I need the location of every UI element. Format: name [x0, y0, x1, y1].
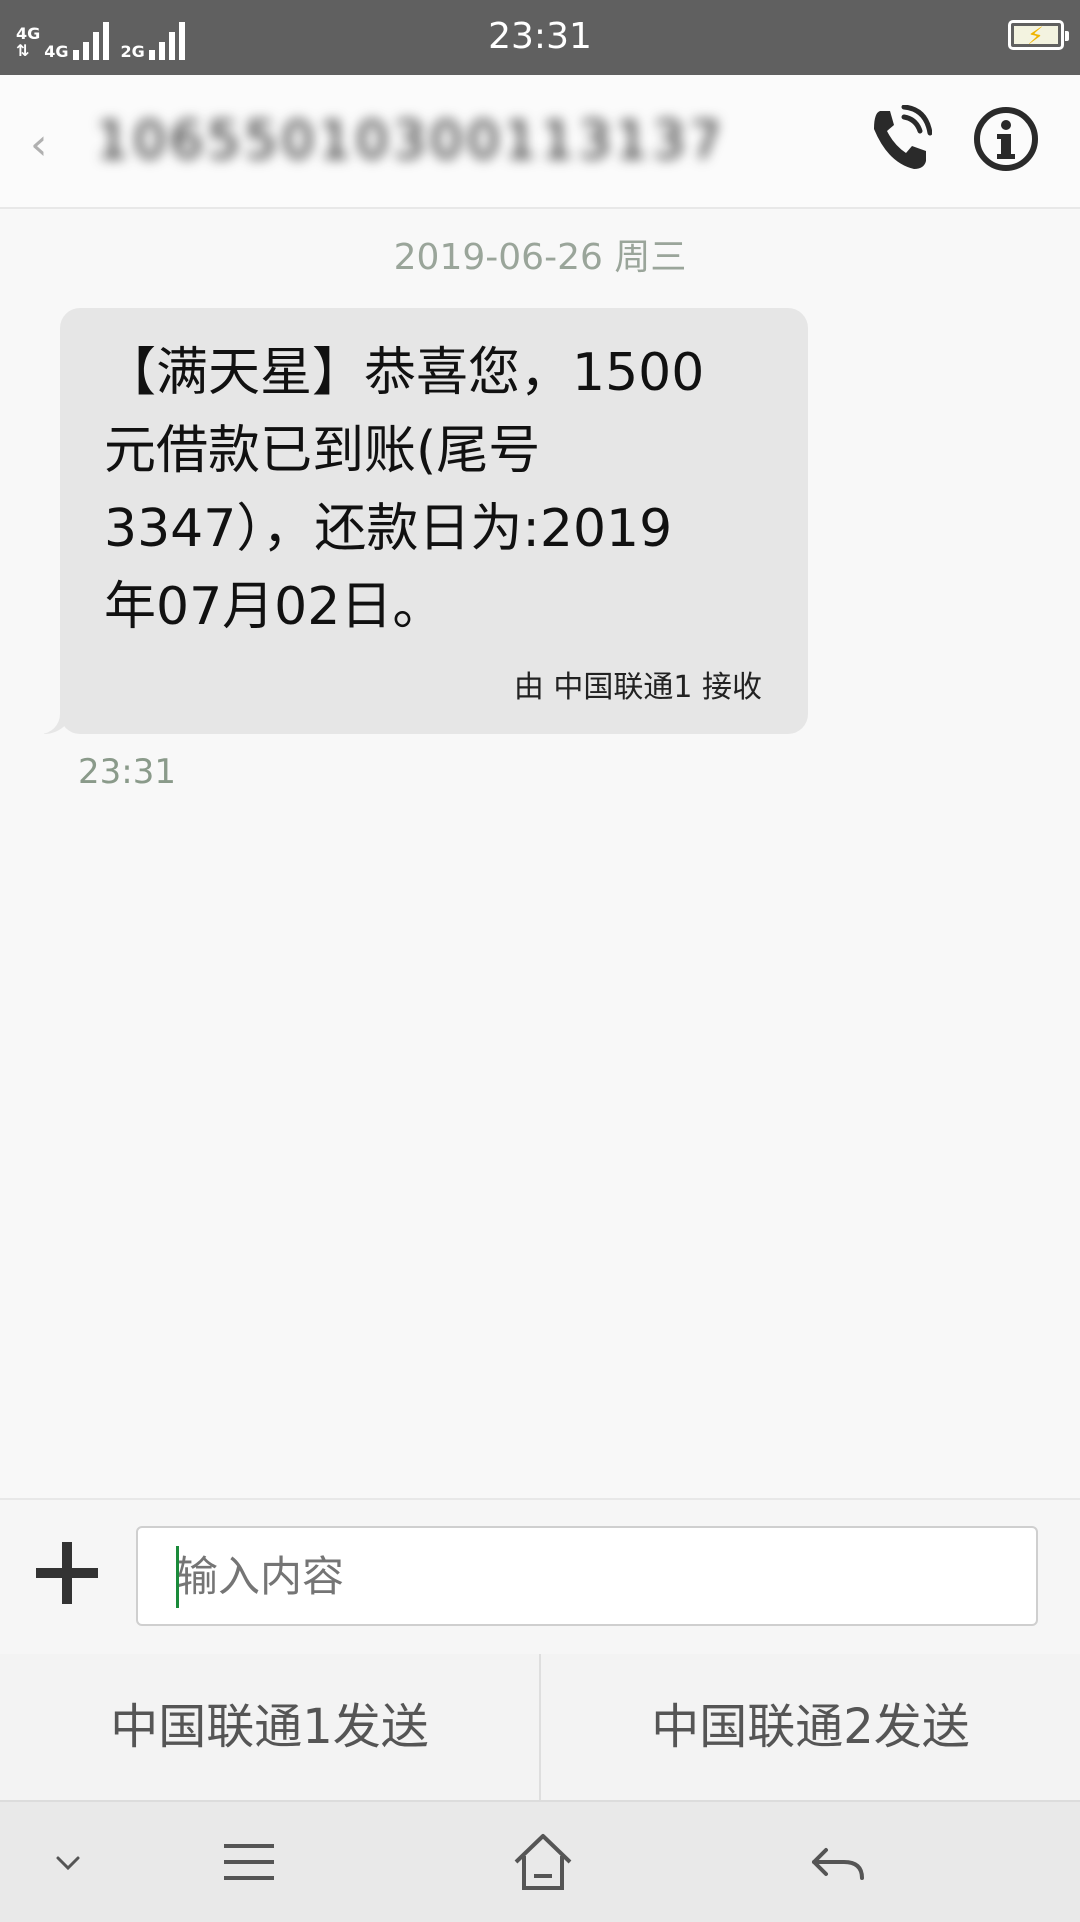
- message-bubble[interactable]: 【满天星】恭喜您，1500 元借款已到账(尾号 3347），还款日为:2019 …: [30, 308, 808, 734]
- back-arrow-icon: [812, 1848, 864, 1880]
- navigation-bar: [0, 1800, 1080, 1922]
- chevron-down-icon: [56, 1856, 80, 1871]
- status-time: 23:31: [488, 16, 592, 57]
- message-timestamp: 23:31: [78, 752, 176, 792]
- text-caret: [176, 1546, 179, 1608]
- message-line: 【满天星】恭喜您，1500: [104, 343, 705, 403]
- contact-number: 106550103001131378306: [96, 111, 716, 171]
- info-button[interactable]: [972, 105, 1040, 173]
- home-button[interactable]: [510, 1828, 576, 1896]
- back-nav-button[interactable]: [808, 1828, 868, 1896]
- send-sim1-button[interactable]: 中国联通1发送: [0, 1654, 539, 1800]
- message-line: 年07月02日。: [104, 577, 445, 637]
- status-bar: 4G ⇅ 4G 2G 23:31 ⚡: [0, 0, 1080, 75]
- call-button[interactable]: [868, 104, 933, 173]
- add-attachment-button[interactable]: [36, 1542, 98, 1604]
- menu-button[interactable]: [220, 1828, 280, 1896]
- message-input[interactable]: [136, 1526, 1038, 1626]
- charging-bolt-icon: ⚡: [1027, 22, 1044, 50]
- composer: [0, 1498, 1080, 1656]
- send-buttons-row: 中国联通1发送 中国联通2发送: [0, 1654, 1080, 1800]
- info-icon: [974, 107, 1038, 171]
- home-icon: [514, 1834, 572, 1890]
- conversation-header: ‹ 106550103001131378306: [0, 75, 1080, 209]
- battery-charging-icon: ⚡: [1008, 20, 1069, 50]
- message-line: 元借款已到账(尾号: [104, 421, 541, 481]
- back-button[interactable]: ‹: [30, 115, 70, 175]
- message-line: 3347），还款日为:2019: [104, 499, 673, 559]
- message-text: 【满天星】恭喜您，1500 元借款已到账(尾号 3347），还款日为:2019 …: [104, 334, 768, 646]
- hide-keyboard-button[interactable]: [48, 1828, 88, 1896]
- plus-icon: [62, 1542, 72, 1604]
- date-divider: 2019-06-26 周三: [393, 237, 687, 278]
- phone-call-icon: [874, 104, 933, 169]
- menu-icon: [224, 1844, 274, 1880]
- received-via-label: 由 中国联通1 接收: [513, 670, 762, 705]
- send-sim2-button[interactable]: 中国联通2发送: [541, 1654, 1080, 1800]
